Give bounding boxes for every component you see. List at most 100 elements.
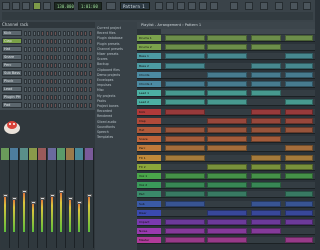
track-header[interactable]: Impact (137, 219, 161, 226)
browser-item[interactable]: Plugin presets (97, 42, 135, 46)
track-header[interactable]: Drums 1 (137, 35, 161, 42)
step-button[interactable] (71, 46, 75, 52)
browser-item[interactable]: Current project (97, 26, 135, 30)
step-button[interactable] (36, 38, 40, 44)
track-header[interactable]: Riser (137, 209, 161, 217)
pattern-clip[interactable] (285, 145, 313, 152)
piano-roll-button[interactable] (177, 2, 185, 10)
volume-fader[interactable] (77, 200, 83, 204)
step-button[interactable] (88, 102, 92, 108)
step-button[interactable] (58, 94, 62, 100)
step-button[interactable] (24, 86, 27, 92)
step-button[interactable] (75, 30, 79, 36)
step-button[interactable] (54, 38, 58, 44)
pattern-clip[interactable] (165, 145, 205, 152)
pattern-clip[interactable] (165, 44, 205, 51)
track-header[interactable]: Vox 2 (137, 182, 161, 190)
pattern-clip[interactable] (207, 191, 247, 198)
track-lane[interactable] (161, 108, 315, 116)
step-button[interactable] (41, 70, 45, 76)
step-button[interactable] (45, 70, 49, 76)
mixer-strip[interactable] (56, 148, 66, 248)
step-button[interactable] (24, 30, 27, 36)
step-button[interactable] (79, 54, 83, 60)
step-button[interactable] (36, 54, 40, 60)
track-header[interactable]: Drums 2 (137, 44, 161, 52)
step-button[interactable] (32, 62, 36, 68)
pattern-clip[interactable] (251, 200, 281, 207)
pattern-clip[interactable] (251, 108, 281, 115)
step-button[interactable] (45, 38, 49, 44)
step-button[interactable] (28, 78, 32, 84)
step-button[interactable] (45, 102, 49, 108)
browser-item[interactable]: Speech (97, 130, 135, 134)
track-header[interactable]: Vox 1 (137, 173, 161, 180)
browser-item[interactable]: Recorded (97, 109, 135, 113)
volume-fader[interactable] (12, 197, 18, 200)
track-lane[interactable] (161, 62, 315, 70)
step-button[interactable] (79, 30, 83, 36)
close-button[interactable] (303, 2, 311, 10)
mixer-strip[interactable] (66, 148, 76, 248)
track-lane[interactable] (161, 173, 315, 180)
step-button[interactable] (79, 102, 83, 108)
volume-fader[interactable] (21, 190, 27, 193)
track-lane[interactable] (161, 99, 315, 107)
pattern-clip[interactable] (251, 117, 281, 124)
pattern-clip[interactable] (207, 71, 247, 78)
step-button[interactable] (49, 38, 53, 44)
step-button[interactable] (32, 94, 36, 100)
browser-button[interactable] (210, 2, 218, 10)
step-button[interactable] (28, 54, 32, 60)
pattern-clip[interactable] (165, 191, 205, 198)
step-button[interactable] (88, 94, 92, 100)
step-button[interactable] (49, 86, 53, 92)
step-button[interactable] (54, 62, 58, 68)
pattern-clip[interactable] (165, 173, 205, 179)
menu-button[interactable] (2, 2, 10, 10)
channel-button[interactable]: Snare (2, 54, 22, 60)
pattern-clip[interactable] (285, 237, 313, 244)
step-button[interactable] (71, 86, 75, 92)
track-lane[interactable] (161, 182, 315, 190)
step-button[interactable] (84, 102, 88, 108)
step-button[interactable] (67, 46, 70, 52)
step-button[interactable] (32, 86, 36, 92)
step-button[interactable] (54, 102, 58, 108)
step-button[interactable] (28, 62, 32, 68)
step-button[interactable] (45, 78, 49, 84)
pattern-clip[interactable] (285, 154, 313, 161)
pattern-clip[interactable] (251, 35, 281, 41)
step-button[interactable] (62, 78, 66, 84)
pattern-clip[interactable] (165, 62, 205, 69)
step-button[interactable] (71, 54, 75, 60)
channel-button[interactable]: Hat (2, 46, 22, 52)
step-button[interactable] (54, 70, 58, 76)
step-button[interactable] (36, 86, 40, 92)
step-button[interactable] (84, 86, 88, 92)
step-button[interactable] (36, 62, 40, 68)
pattern-clip[interactable] (285, 71, 313, 78)
step-button[interactable] (67, 38, 70, 44)
track-header[interactable]: Master (137, 237, 161, 245)
browser-item[interactable]: Recent files (97, 31, 135, 35)
pattern-clip[interactable] (165, 108, 205, 115)
pattern-clip[interactable] (285, 35, 313, 41)
pattern-clip[interactable] (207, 90, 247, 97)
pattern-clip[interactable] (251, 127, 281, 133)
step-button[interactable] (71, 38, 75, 44)
channel-rack-button[interactable] (199, 2, 207, 10)
step-button[interactable] (41, 54, 45, 60)
step-button[interactable] (88, 30, 92, 36)
volume-fader[interactable] (68, 197, 74, 200)
step-button[interactable] (36, 46, 40, 52)
step-button[interactable] (75, 86, 79, 92)
volume-fader[interactable] (40, 197, 46, 200)
step-button[interactable] (32, 102, 36, 108)
step-button[interactable] (79, 70, 83, 76)
browser-item[interactable]: Rendered (97, 114, 135, 118)
step-button[interactable] (88, 62, 92, 68)
step-button[interactable] (54, 30, 58, 36)
pattern-clip[interactable] (251, 173, 281, 179)
step-button[interactable] (41, 46, 45, 52)
